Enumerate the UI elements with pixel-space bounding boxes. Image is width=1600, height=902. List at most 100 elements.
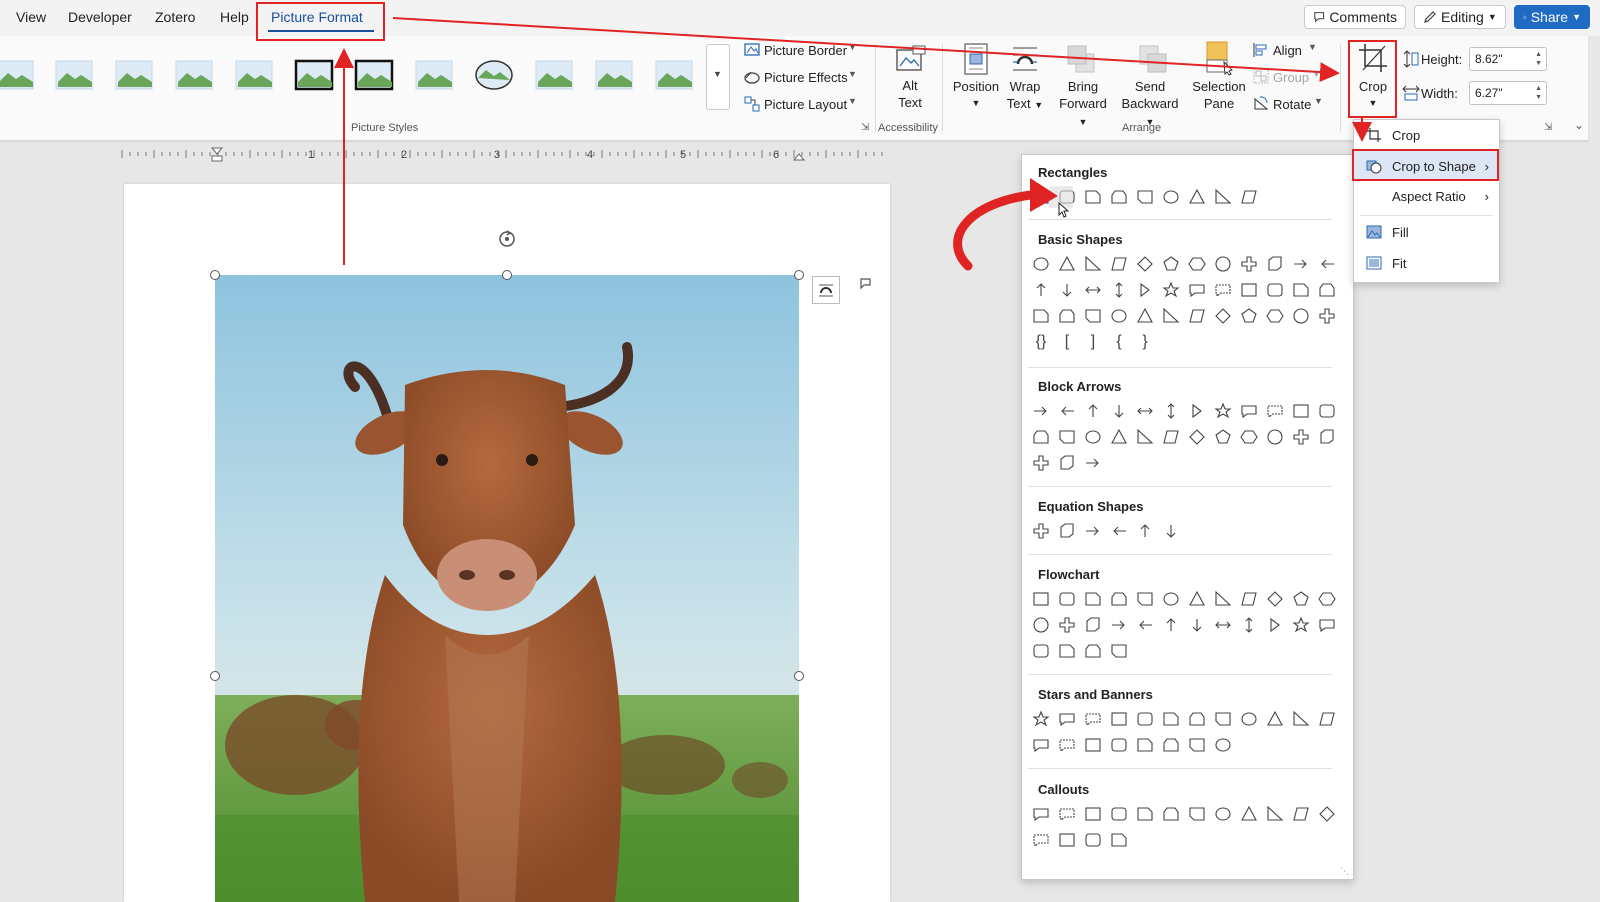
shape-option[interactable]: [1210, 734, 1236, 756]
shape-option[interactable]: [1106, 253, 1132, 275]
picture-style-thumbnail[interactable]: [414, 58, 454, 92]
spinner-icon[interactable]: ▲ ▼: [1535, 84, 1542, 102]
shape-option[interactable]: [1262, 305, 1288, 327]
shape-option[interactable]: [1028, 734, 1054, 756]
shape-option[interactable]: [1288, 426, 1314, 448]
shape-option[interactable]: [1080, 708, 1106, 730]
shape-option[interactable]: [1236, 614, 1262, 636]
shape-option[interactable]: [1028, 614, 1054, 636]
shape-option[interactable]: [1028, 253, 1054, 275]
shape-option[interactable]: [1158, 708, 1184, 730]
shape-option[interactable]: [1054, 829, 1080, 851]
shape-option[interactable]: [1106, 708, 1132, 730]
shape-option[interactable]: [1028, 400, 1054, 422]
shape-option[interactable]: [1080, 614, 1106, 636]
shape-option[interactable]: [1210, 588, 1236, 610]
shape-option[interactable]: [1080, 305, 1106, 327]
shape-option[interactable]: [1158, 520, 1184, 542]
shape-option[interactable]: [1080, 588, 1106, 610]
shape-option[interactable]: [1158, 588, 1184, 610]
shape-option[interactable]: [1106, 426, 1132, 448]
group-button[interactable]: Group: [1273, 70, 1309, 85]
shape-option[interactable]: [1184, 588, 1210, 610]
shape-option[interactable]: [1314, 253, 1340, 275]
shape-option[interactable]: [1262, 614, 1288, 636]
shape-option[interactable]: [1236, 253, 1262, 275]
shape-option[interactable]: [1132, 426, 1158, 448]
menu-developer[interactable]: Developer: [68, 9, 132, 25]
shape-option[interactable]: [1080, 829, 1106, 851]
shape-option[interactable]: [1080, 426, 1106, 448]
shape-option[interactable]: [1314, 588, 1340, 610]
shape-option[interactable]: [1054, 426, 1080, 448]
position-button[interactable]: Position ▼: [950, 78, 1002, 112]
resize-grip-icon[interactable]: ⋱: [1340, 866, 1349, 877]
picture-style-thumbnail[interactable]: [174, 58, 214, 92]
shape-option[interactable]: [1184, 426, 1210, 448]
shape-option[interactable]: [1236, 279, 1262, 301]
shape-option[interactable]: [1236, 426, 1262, 448]
picture-style-thumbnail[interactable]: [534, 58, 574, 92]
shape-option[interactable]: [1054, 253, 1080, 275]
shape-option[interactable]: [1028, 279, 1054, 301]
shape-option[interactable]: [1288, 279, 1314, 301]
shape-option[interactable]: [1184, 305, 1210, 327]
shape-option[interactable]: [1080, 734, 1106, 756]
brace-shape-option[interactable]: {}: [1028, 331, 1054, 353]
editing-button[interactable]: Editing ▼: [1414, 5, 1506, 29]
shape-option[interactable]: [1158, 186, 1184, 208]
picture-layout-button[interactable]: Picture Layout: [764, 97, 847, 112]
shape-option[interactable]: [1262, 400, 1288, 422]
shape-option[interactable]: [1158, 803, 1184, 825]
shape-option[interactable]: [1054, 305, 1080, 327]
crop-to-shape-menu-item[interactable]: Crop to Shape ›: [1354, 151, 1499, 181]
shape-option[interactable]: [1028, 452, 1054, 474]
shape-option[interactable]: [1184, 803, 1210, 825]
shape-option[interactable]: [1262, 253, 1288, 275]
spinner-icon[interactable]: ▲ ▼: [1535, 50, 1542, 68]
shape-option[interactable]: [1314, 305, 1340, 327]
shape-option[interactable]: [1080, 400, 1106, 422]
resize-handle-top[interactable]: [502, 270, 512, 280]
shape-option[interactable]: [1106, 400, 1132, 422]
shape-option[interactable]: [1158, 305, 1184, 327]
shape-option[interactable]: [1210, 400, 1236, 422]
shape-option[interactable]: [1210, 614, 1236, 636]
shape-option[interactable]: [1132, 186, 1158, 208]
shape-option[interactable]: [1184, 186, 1210, 208]
shape-option[interactable]: [1158, 253, 1184, 275]
shape-option[interactable]: [1288, 253, 1314, 275]
menu-picture-format[interactable]: Picture Format: [271, 9, 363, 25]
shape-option[interactable]: [1184, 708, 1210, 730]
width-input[interactable]: 6.27" ▲ ▼: [1469, 81, 1547, 105]
shape-option[interactable]: [1028, 640, 1054, 662]
shape-option[interactable]: [1028, 426, 1054, 448]
shape-option[interactable]: [1288, 588, 1314, 610]
shape-option[interactable]: [1236, 305, 1262, 327]
menu-help[interactable]: Help: [220, 9, 249, 25]
shape-option[interactable]: [1158, 426, 1184, 448]
shape-option[interactable]: [1314, 708, 1340, 730]
resize-handle-top-left[interactable]: [210, 270, 220, 280]
shape-option[interactable]: [1080, 640, 1106, 662]
shape-option[interactable]: [1080, 279, 1106, 301]
picture-border-button[interactable]: Picture Border: [764, 43, 847, 58]
picture-style-thumbnail[interactable]: [114, 58, 154, 92]
shape-option[interactable]: [1236, 708, 1262, 730]
shape-option[interactable]: [1262, 708, 1288, 730]
shape-option[interactable]: [1080, 452, 1106, 474]
cow-photo[interactable]: [215, 275, 799, 902]
shape-option[interactable]: [1132, 520, 1158, 542]
shape-option[interactable]: [1054, 588, 1080, 610]
resize-handle-top-right[interactable]: [794, 270, 804, 280]
shape-option[interactable]: [1132, 305, 1158, 327]
shape-option[interactable]: [1054, 803, 1080, 825]
shape-option[interactable]: [1132, 734, 1158, 756]
share-button[interactable]: Share ▼: [1514, 5, 1590, 29]
shape-option[interactable]: [1028, 305, 1054, 327]
shape-option[interactable]: [1054, 708, 1080, 730]
picture-style-thumbnail[interactable]: [594, 58, 634, 92]
rotate-button[interactable]: Rotate: [1273, 97, 1311, 112]
crop-button[interactable]: Crop ▼: [1350, 78, 1396, 112]
brace-shape-option[interactable]: {: [1106, 331, 1132, 353]
